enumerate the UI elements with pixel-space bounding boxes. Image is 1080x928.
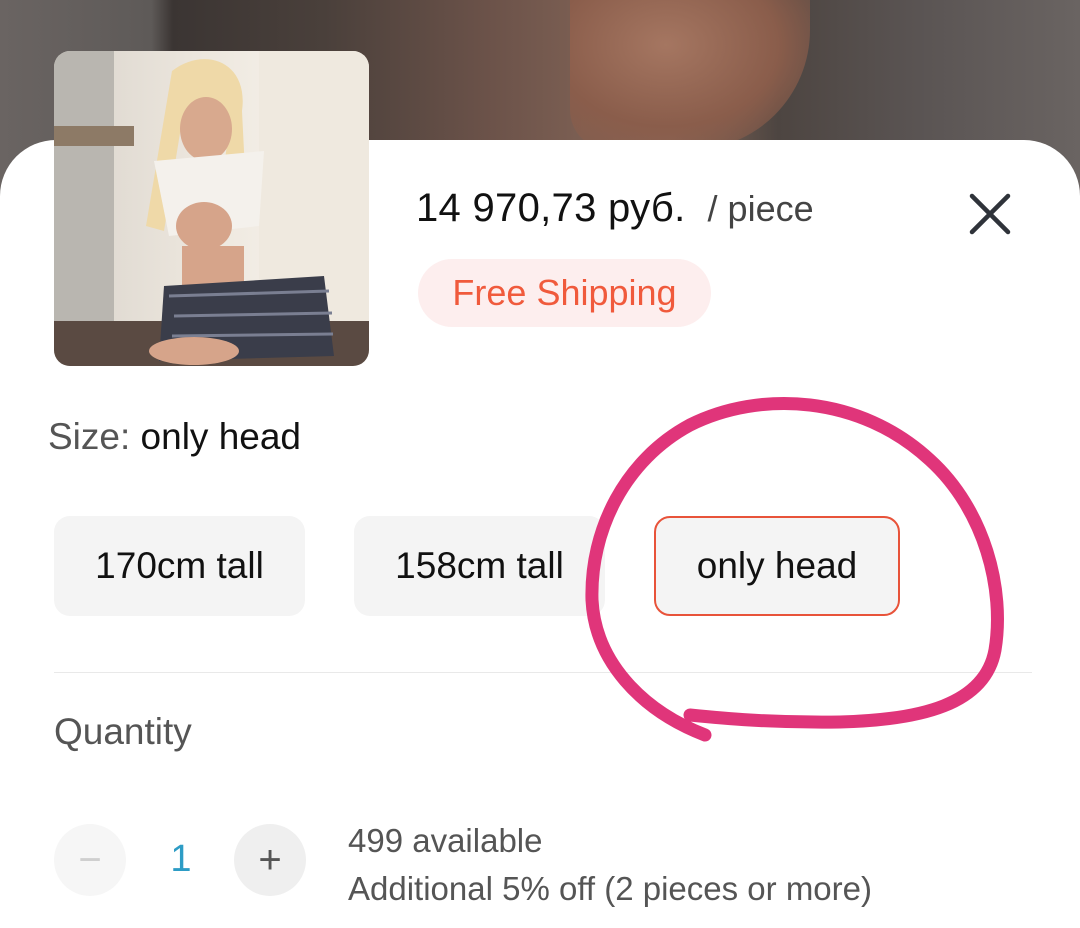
size-label: Size: xyxy=(48,416,131,457)
price-unit: / piece xyxy=(707,188,814,229)
quantity-title: Quantity xyxy=(54,711,192,752)
size-option-only-head[interactable]: only head xyxy=(654,516,900,616)
background-figure xyxy=(570,0,810,150)
bulk-discount-note: Additional 5% off (2 pieces or more) xyxy=(348,870,872,907)
price-row: 14 970,73 руб. / piece xyxy=(416,186,814,236)
quantity-decrease-button[interactable]: − xyxy=(54,824,126,896)
plus-icon: + xyxy=(258,838,282,882)
stock-available: 499 available xyxy=(348,822,543,859)
minus-icon: − xyxy=(78,838,102,882)
section-divider xyxy=(54,672,1032,673)
quantity-increase-button[interactable]: + xyxy=(234,824,306,896)
quantity-value[interactable]: 1 xyxy=(158,838,204,881)
size-selection-row: Size: only head xyxy=(48,416,301,458)
size-option-170cm[interactable]: 170cm tall xyxy=(54,516,305,616)
close-button[interactable] xyxy=(962,190,1018,238)
price-value: 14 970,73 руб. xyxy=(416,186,686,230)
close-icon xyxy=(969,193,1011,235)
size-option-158cm[interactable]: 158cm tall xyxy=(354,516,605,616)
selected-size-value: only head xyxy=(140,416,302,457)
product-thumbnail xyxy=(54,51,369,366)
free-shipping-badge: Free Shipping xyxy=(418,259,711,327)
